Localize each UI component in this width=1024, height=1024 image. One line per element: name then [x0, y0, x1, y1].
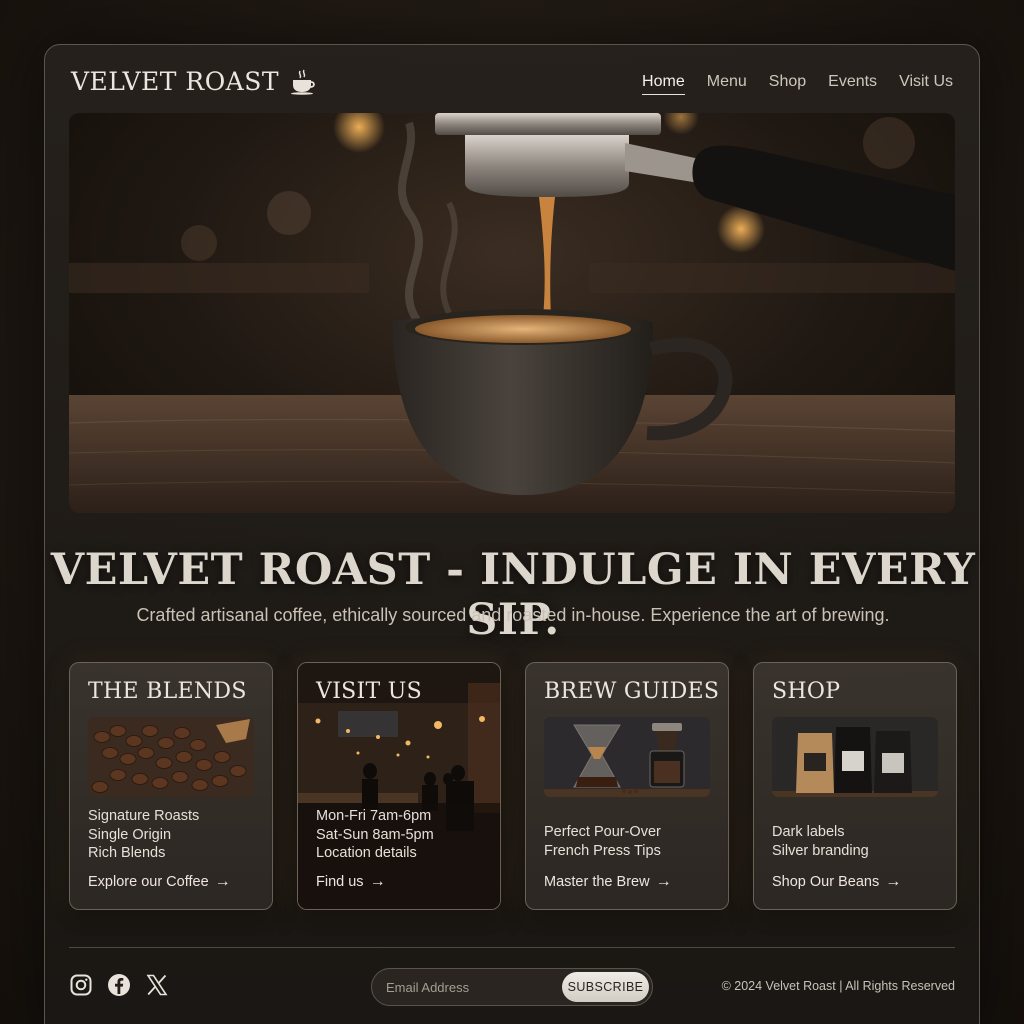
- main-nav: Home Menu Shop Events Visit Us: [642, 73, 953, 95]
- nav-visit-us[interactable]: Visit Us: [899, 73, 953, 95]
- shop-beans-link[interactable]: Shop Our Beans →: [772, 873, 901, 891]
- nav-shop[interactable]: Shop: [769, 73, 806, 95]
- card-lines: Mon-Fri 7am-6pm Sat-Sun 8am-5pm Location…: [316, 807, 434, 863]
- brewing-equipment-image: [544, 717, 710, 797]
- card-lines: Perfect Pour-Over French Press Tips: [544, 823, 661, 860]
- card-line: Perfect Pour-Over: [544, 824, 661, 840]
- card-title: VISIT US: [316, 679, 423, 704]
- card-line: Sat-Sun 8am-5pm: [316, 826, 434, 843]
- espresso-pour-illustration: [69, 113, 955, 513]
- brand-name: VELVET ROAST: [71, 67, 280, 96]
- coffee-beans-image: [88, 717, 254, 797]
- email-input[interactable]: [372, 979, 562, 995]
- card-line: Dark labels: [772, 824, 845, 840]
- x-icon[interactable]: [145, 973, 169, 997]
- master-brew-link[interactable]: Master the Brew →: [544, 873, 672, 891]
- card-title: SHOP: [772, 679, 841, 704]
- card-title: THE BLENDS: [88, 679, 247, 704]
- arrow-right-icon: →: [214, 873, 231, 890]
- card-line: Silver branding: [772, 842, 869, 859]
- card-link-label: Master the Brew: [544, 874, 650, 890]
- card-line: Location details: [316, 845, 417, 861]
- card-line: French Press Tips: [544, 842, 661, 859]
- card-line: Rich Blends: [88, 845, 166, 861]
- explore-coffee-link[interactable]: Explore our Coffee →: [88, 873, 231, 891]
- arrow-right-icon: →: [369, 873, 386, 890]
- card-link-label: Explore our Coffee: [88, 874, 209, 890]
- card-shop[interactable]: SHOP Dark labels Silver branding Shop Ou…: [753, 662, 957, 910]
- nav-menu[interactable]: Menu: [707, 73, 747, 95]
- coffee-bags-image: [772, 717, 938, 797]
- newsletter-form: SUBSCRIBE: [371, 968, 653, 1006]
- hero-image: [69, 113, 955, 513]
- instagram-icon[interactable]: [69, 973, 93, 997]
- coffee-cup-icon: [291, 69, 315, 95]
- arrow-right-icon: →: [885, 873, 902, 890]
- footer-divider: [69, 947, 955, 948]
- card-line: Signature Roasts: [88, 808, 200, 824]
- arrow-right-icon: →: [655, 873, 672, 890]
- card-visit-us[interactable]: VISIT US Mon-Fri 7am-6pm Sat-Sun 8am-5pm…: [297, 662, 501, 910]
- card-the-blends[interactable]: THE BLENDS Signature Roasts Single Origi…: [69, 662, 273, 910]
- brand-logo[interactable]: VELVET ROAST: [71, 67, 317, 96]
- card-line: Mon-Fri 7am-6pm: [316, 808, 432, 824]
- card-brew-guides[interactable]: BREW GUIDES Perfect Pour-Over French Pre…: [525, 662, 729, 910]
- card-link-label: Find us: [316, 874, 364, 890]
- card-lines: Signature Roasts Single Origin Rich Blen…: [88, 807, 199, 863]
- facebook-icon[interactable]: [107, 973, 131, 997]
- page-frame: VELVET ROAST Home Menu Shop Events Visit…: [44, 44, 980, 1024]
- hero-headline: VELVET ROAST - INDULGE IN EVERY SIP.: [50, 545, 976, 645]
- nav-events[interactable]: Events: [828, 73, 877, 95]
- card-line: Single Origin: [88, 826, 172, 843]
- subscribe-button[interactable]: SUBSCRIBE: [562, 972, 649, 1002]
- find-us-link[interactable]: Find us →: [316, 873, 386, 891]
- card-title: BREW GUIDES: [544, 679, 720, 704]
- card-link-label: Shop Our Beans: [772, 874, 880, 890]
- social-links: [69, 973, 169, 997]
- nav-home[interactable]: Home: [642, 73, 685, 95]
- copyright-text: © 2024 Velvet Roast | All Rights Reserve…: [721, 979, 955, 993]
- hero-subline: Crafted artisanal coffee, ethically sour…: [136, 605, 890, 625]
- card-lines: Dark labels Silver branding: [772, 823, 869, 860]
